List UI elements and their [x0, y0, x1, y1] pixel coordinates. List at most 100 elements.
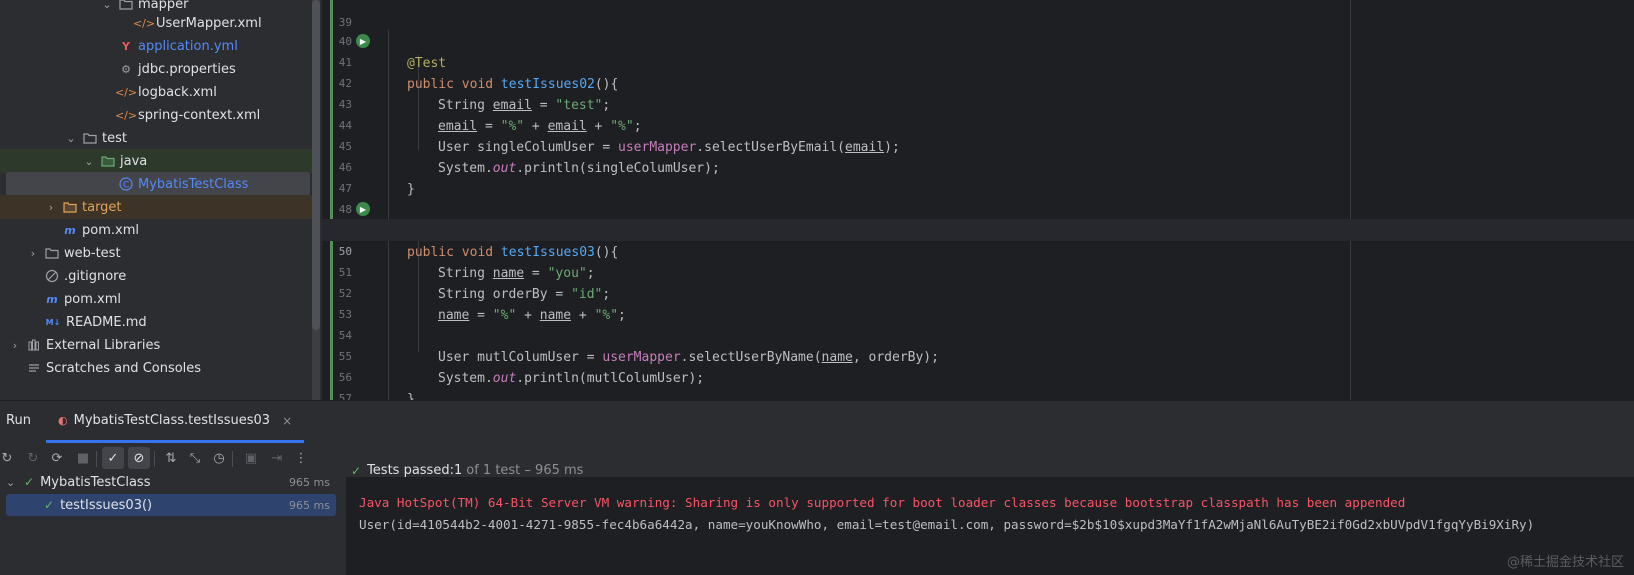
class-icon: C: [118, 176, 134, 192]
project-scrollbar-thumb[interactable]: [312, 0, 320, 330]
gear-icon: ⚙: [121, 62, 131, 76]
code-line: 51 String orderBy = "id";: [322, 240, 1634, 302]
stop-icon[interactable]: ■: [72, 447, 94, 469]
code-line: 53: [322, 282, 1634, 321]
tree-item-label: README.md: [66, 314, 147, 330]
run-toolbar: ↻ ↻ ⟳ ■ ✓ ⊘ ⇅ ⤡ ◷ ▣ ⇥ ⋮: [0, 445, 1634, 473]
tree-item-label: UserMapper.xml: [156, 15, 262, 31]
test-results-tree: ⌄ ✓ MybatisTestClass 965 ms ✓ testIssues…: [0, 475, 346, 575]
test-run-icon: ◐: [58, 414, 68, 427]
chevron-down-icon[interactable]: ⌄: [6, 476, 20, 489]
code-line: 46 }: [322, 135, 1634, 197]
code-line: 44 User singleColumUser = userMapper.sel…: [322, 93, 1634, 155]
test-duration: 965 ms: [289, 475, 330, 489]
show-passed-icon[interactable]: ✓: [102, 447, 124, 469]
more-icon[interactable]: ⋮: [290, 447, 312, 469]
watermark: @稀土掘金技术社区: [1506, 555, 1624, 570]
svg-text:C: C: [123, 181, 129, 191]
export-icon[interactable]: ⇥: [266, 447, 288, 469]
code-line: 40 @Test: [322, 9, 1634, 71]
console-output[interactable]: ✓ Tests passed: 1 of 1 test – 965 ms Jav…: [347, 463, 1634, 575]
code-line: 48 @Test: [322, 177, 1634, 239]
scratches-icon: [26, 360, 42, 376]
xml-icon: </>: [114, 85, 138, 99]
tree-item-label: java: [120, 153, 148, 169]
tree-item-logback-xml[interactable]: </> logback.xml: [0, 80, 310, 104]
run-test-icon[interactable]: ▶: [356, 202, 370, 216]
project-tree-panel: ⌄ mapper </> UserMapper.xml Y applicatio…: [0, 0, 322, 400]
tree-item-root-pom-xml[interactable]: m pom.xml: [0, 287, 310, 311]
tree-item-label: web-test: [64, 245, 121, 261]
tree-item-label: Scratches and Consoles: [46, 360, 202, 376]
chevron-down-icon[interactable]: ⌄: [100, 0, 114, 11]
history-icon[interactable]: ◷: [208, 447, 230, 469]
chevron-right-icon[interactable]: ›: [44, 201, 58, 214]
yaml-icon: Y: [122, 39, 130, 53]
test-suite-label: MybatisTestClass: [40, 474, 151, 490]
xml-icon: </>: [114, 108, 138, 122]
test-suite-row[interactable]: ⌄ ✓ MybatisTestClass 965 ms: [6, 471, 336, 493]
tree-item-readme-md[interactable]: M↓ README.md: [0, 310, 310, 334]
code-line: 57: [322, 366, 1634, 405]
run-config-tab[interactable]: ◐ MybatisTestClass.testIssues03 ×: [46, 401, 305, 443]
check-icon: ✓: [24, 475, 35, 489]
tree-item-web-test[interactable]: › web-test: [0, 241, 310, 265]
test-case-row[interactable]: ✓ testIssues03() 965 ms: [6, 494, 336, 516]
code-line: 42 String email = "test";: [322, 51, 1634, 113]
code-line: 43 email = "%" + email + "%";: [322, 72, 1634, 134]
markdown-icon: M↓: [45, 317, 61, 327]
code-line: 55 System.out.println(mutlColumUser);: [322, 324, 1634, 386]
run-test-icon[interactable]: ▶: [356, 34, 370, 48]
folder-icon: [100, 153, 116, 169]
status-prefix: Tests passed:: [367, 463, 454, 478]
tree-item-test[interactable]: ⌄ test: [0, 126, 310, 150]
tree-item-label: pom.xml: [64, 291, 121, 307]
collapse-icon[interactable]: ⤡: [184, 447, 206, 469]
close-icon[interactable]: ×: [282, 414, 292, 428]
code-line: 45 System.out.println(singleColumUser);: [322, 114, 1634, 176]
tree-item-label: test: [102, 130, 127, 146]
tree-item-gitignore[interactable]: .gitignore: [0, 264, 310, 288]
console-output-line: User(id=410544b2-4001-4271-9855-fec4b6a6…: [359, 517, 1535, 532]
tree-item-pom-xml[interactable]: m pom.xml: [0, 218, 310, 242]
ignore-icon: [44, 268, 60, 284]
tree-item-java[interactable]: ⌄ java: [0, 149, 312, 173]
tree-item-mybatistestclass[interactable]: C MybatisTestClass: [6, 172, 310, 196]
screenshot-icon[interactable]: ▣: [240, 447, 262, 469]
chevron-down-icon[interactable]: ⌄: [64, 132, 78, 145]
folder-icon: [62, 199, 78, 215]
chevron-right-icon[interactable]: ›: [26, 247, 40, 260]
tree-item-usermapper-xml[interactable]: </> UserMapper.xml: [0, 11, 310, 35]
tree-item-target[interactable]: › target: [0, 195, 312, 219]
chevron-right-icon[interactable]: ›: [8, 339, 22, 352]
toggle-auto-test-icon[interactable]: ⟳: [46, 447, 68, 469]
run-panel-title: Run: [6, 413, 31, 428]
code-line: 49 public void testIssues03(){: [322, 198, 1634, 260]
show-ignored-icon[interactable]: ⊘: [128, 447, 150, 469]
tree-item-external-libraries[interactable]: › External Libraries: [0, 333, 310, 357]
status-suffix: of 1 test – 965 ms: [466, 463, 584, 478]
sort-icon[interactable]: ⇅: [160, 447, 182, 469]
maven-icon: m: [64, 223, 76, 237]
library-icon: [26, 337, 42, 353]
tree-item-label: spring-context.xml: [138, 107, 261, 123]
tree-item-label: .gitignore: [64, 268, 127, 284]
test-case-label: testIssues03(): [60, 497, 153, 513]
tree-item-label: mapper: [138, 0, 189, 12]
tree-item-scratches[interactable]: Scratches and Consoles: [0, 356, 310, 380]
folder-icon: [82, 130, 98, 146]
chevron-down-icon[interactable]: ⌄: [82, 155, 96, 168]
console-warning-line: Java HotSpot(TM) 64-Bit Server VM warnin…: [359, 495, 1406, 510]
rerun-icon[interactable]: ↻: [0, 447, 18, 469]
tree-item-spring-context-xml[interactable]: </> spring-context.xml: [0, 103, 310, 127]
tree-item-label: pom.xml: [82, 222, 139, 238]
tree-item-jdbc-properties[interactable]: ⚙ jdbc.properties: [0, 57, 310, 81]
rerun-failed-icon[interactable]: ↻: [22, 447, 44, 469]
check-icon: ✓: [44, 498, 55, 512]
code-line: 47: [322, 156, 1634, 195]
run-tab-label: MybatisTestClass.testIssues03: [73, 413, 271, 428]
tree-item-label: External Libraries: [46, 337, 161, 353]
test-status-bar: ✓ Tests passed: 1 of 1 test – 965 ms: [351, 463, 583, 478]
tree-item-label: application.yml: [138, 38, 238, 54]
tree-item-application-yml[interactable]: Y application.yml: [0, 34, 310, 58]
